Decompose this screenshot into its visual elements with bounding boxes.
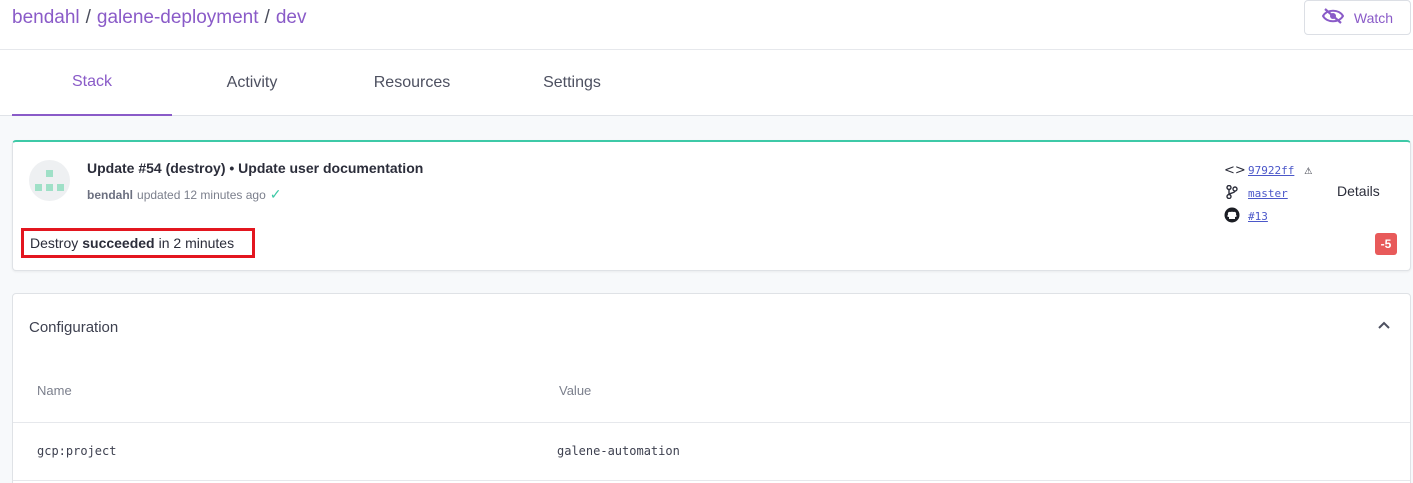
latest-update-card: Update #54 (destroy) • Update user docum… — [12, 140, 1411, 271]
top-bar: bendahl / galene-deployment / dev Watch — [0, 0, 1413, 50]
stack-tabs: Stack Activity Resources Settings — [0, 50, 1413, 116]
pull-request-row: #13 — [1224, 205, 1312, 228]
breadcrumb-separator: / — [85, 7, 91, 28]
result-duration: in 2 minutes — [158, 235, 235, 251]
watch-label: Watch — [1353, 9, 1394, 26]
github-icon — [1224, 207, 1240, 227]
resource-delta-badge: -5 — [1375, 233, 1397, 255]
update-source-info: <> 97922ff ⚠ master #13 — [1224, 159, 1312, 228]
git-branch-icon — [1224, 184, 1240, 203]
pull-request-link[interactable]: #13 — [1248, 210, 1268, 223]
update-result: Destroy succeeded in 2 minutes — [21, 228, 255, 258]
branch-link[interactable]: master — [1248, 187, 1288, 200]
check-icon: ✓ — [269, 186, 282, 202]
breadcrumb: bendahl / galene-deployment / dev — [12, 7, 306, 29]
branch-row: master — [1224, 182, 1312, 205]
divider — [13, 480, 1410, 481]
result-status: succeeded — [82, 235, 155, 251]
commit-link[interactable]: 97922ff — [1248, 164, 1294, 177]
tab-activity[interactable]: Activity — [172, 50, 332, 116]
tab-stack[interactable]: Stack — [12, 50, 172, 116]
column-header-name: Name — [37, 383, 72, 398]
watch-button[interactable]: Watch — [1304, 0, 1411, 35]
configuration-title[interactable]: Configuration — [29, 319, 118, 336]
commit-row: <> 97922ff ⚠ — [1224, 159, 1312, 182]
breadcrumb-separator: / — [264, 7, 270, 28]
divider — [13, 422, 1410, 423]
breadcrumb-org-link[interactable]: bendahl — [12, 7, 80, 29]
result-prefix: Destroy — [30, 235, 79, 251]
breadcrumb-stack-link[interactable]: dev — [276, 7, 307, 29]
column-header-value: Value — [559, 383, 592, 398]
tab-resources[interactable]: Resources — [332, 50, 492, 116]
configuration-panel: Configuration Name Value gcp:project gal… — [12, 293, 1411, 483]
code-icon: <> — [1224, 163, 1246, 178]
warning-icon: ⚠ — [1304, 163, 1313, 178]
details-link[interactable]: Details — [1337, 183, 1380, 199]
update-meta: bendahl updated 12 minutes ago ✓ — [87, 186, 282, 203]
eye-off-icon — [1321, 8, 1345, 27]
config-value: galene-automation — [557, 444, 680, 458]
config-key: gcp:project — [37, 444, 117, 458]
chevron-up-icon[interactable] — [1377, 314, 1391, 335]
tab-settings[interactable]: Settings — [492, 50, 652, 116]
breadcrumb-project-link[interactable]: galene-deployment — [97, 7, 259, 29]
avatar — [29, 160, 70, 201]
update-title[interactable]: Update #54 (destroy) • Update user docum… — [87, 160, 423, 176]
update-user[interactable]: bendahl — [87, 188, 133, 202]
update-time: updated 12 minutes ago — [137, 187, 266, 202]
